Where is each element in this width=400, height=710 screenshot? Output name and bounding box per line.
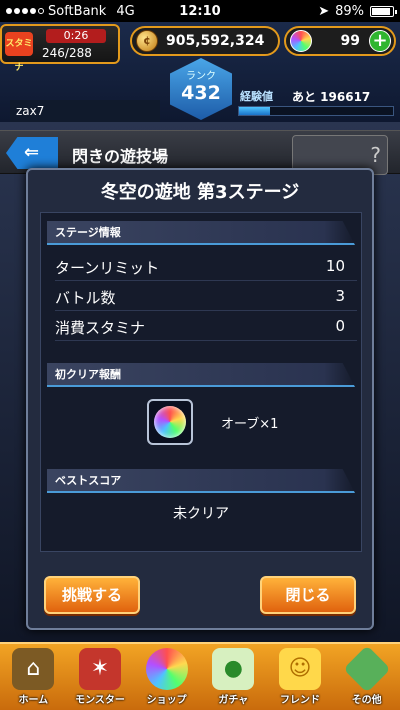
dialog-title: 冬空の遊地 第3ステージ [100,182,300,203]
signal-strength-icon [6,8,44,14]
info-value: 10 [325,257,345,275]
tab-shop[interactable]: ショップ [133,644,200,710]
info-row-turn-limit: ターンリミット 10 [55,253,357,281]
friend-icon: ☺ [279,648,322,690]
home-icon: ⌂ [12,648,55,690]
battery-icon [370,5,397,17]
dialog-body: ステージ情報 ターンリミット 10 バトル数 3 消費スタミナ 0 初クリア報酬… [40,212,362,552]
coin-icon: ¢ [136,30,158,52]
rank-badge: ランク 432 [170,58,232,120]
orb-icon [290,30,312,52]
close-button[interactable]: 閉じる [260,576,356,614]
info-row-battles: バトル数 3 [55,283,357,311]
stamina-panel[interactable]: スタミナ 0:26 246/288 [0,24,120,73]
stage-info-header: ステージ情報 [47,221,355,245]
tab-monster[interactable]: ✶ モンスター [67,644,134,710]
stamina-count: 246/288 [42,46,92,60]
coin-value: 905,592,324 [166,33,265,49]
rank-value: 432 [181,82,221,104]
tab-label: ホーム [18,695,49,706]
tab-label: フレンド [280,695,321,706]
status-bar: SoftBank 4G 12:10 ➤ 89% [0,0,400,22]
stamina-icon: スタミナ [5,32,33,73]
info-value: 0 [335,317,345,335]
tab-gacha[interactable]: ● ガチャ [200,644,267,710]
tab-friend[interactable]: ☺ フレンド [267,644,334,710]
stage-info-dialog: 冬空の遊地 第3ステージ ステージ情報 ターンリミット 10 バトル数 3 消費… [26,168,374,630]
coin-panel: ¢ 905,592,324 [130,26,280,56]
monster-icon: ✶ [79,648,121,690]
other-icon [342,645,391,693]
tab-label: モンスター [75,695,125,706]
orb-panel: 99 + [284,26,396,56]
buy-orbs-button[interactable]: + [369,30,391,52]
tab-other[interactable]: その他 [333,644,400,710]
reward-orb-frame [147,399,193,445]
gacha-icon: ● [212,648,255,690]
info-label: ターンリミット [55,259,160,277]
info-value: 3 [335,287,345,305]
tab-label: ガチャ [218,695,249,706]
shop-icon [145,648,188,690]
rank-label: ランク [186,71,216,82]
back-arrow-icon: ⇐ [24,142,40,163]
carrier-name: SoftBank [48,3,107,19]
username: zax7 [10,100,160,122]
network-type: 4G [116,3,135,19]
info-row-stamina-cost: 消費スタミナ 0 [55,313,357,341]
tab-label: ショップ [146,695,187,706]
bottom-tab-bar: ⌂ ホーム ✶ モンスター ショップ ● ガチャ ☺ フレンド その他 [0,642,400,710]
info-label: 消費スタミナ [55,319,146,337]
tab-label: その他 [351,695,382,706]
top-hud: スタミナ 0:26 246/288 ¢ 905,592,324 99 + ランク… [0,22,400,122]
location-icon: ➤ [318,3,330,19]
info-label: バトル数 [55,289,116,307]
battery-percent: 89% [335,3,364,19]
orb-icon [154,406,186,438]
best-score-value: 未クリア [173,506,229,522]
stamina-timer: 0:26 [46,29,106,43]
challenge-button[interactable]: 挑戦する [44,576,140,614]
best-score-header: ベストスコア [47,469,355,493]
orb-count: 99 [340,33,360,49]
area-title: 閃きの遊技場 [72,147,169,166]
reward-label: オーブ×1 [221,417,279,432]
exp-label: 経験値 [240,90,273,103]
back-button[interactable]: ⇐ [6,137,58,169]
first-clear-reward-header: 初クリア報酬 [47,363,355,387]
exp-bar [238,106,394,116]
tab-home[interactable]: ⌂ ホーム [0,644,67,710]
exp-remaining: あと 196617 [292,90,371,104]
exp-bar-fill [239,107,270,115]
